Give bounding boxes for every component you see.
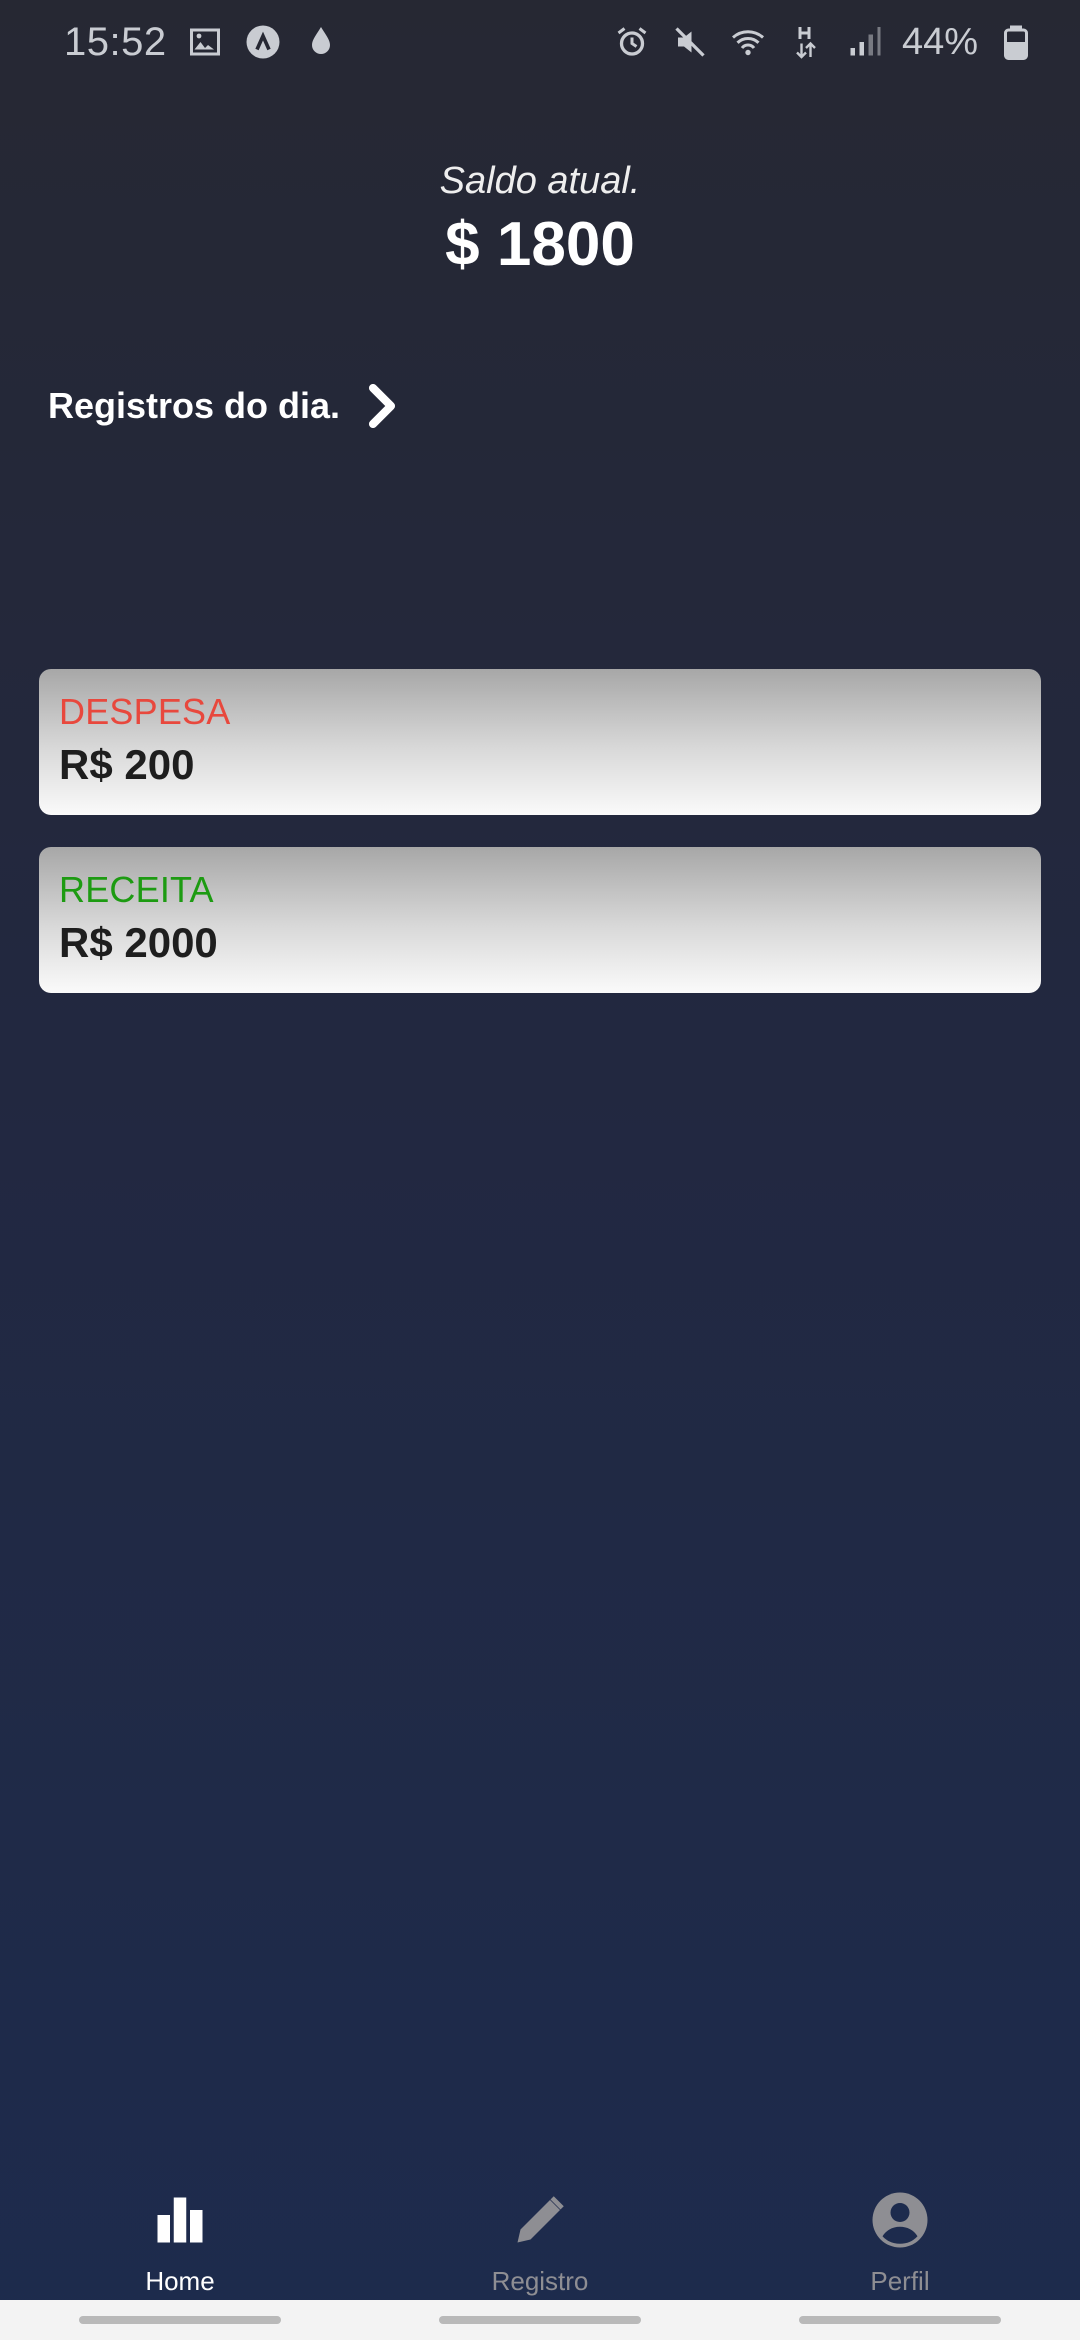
balance-value: $ 1800 [445,210,635,279]
signal-icon [844,22,884,62]
data-h-icon [786,22,826,62]
record-card-income[interactable]: RECEITA R$ 2000 [39,847,1041,993]
record-card-expense[interactable]: DESPESA R$ 200 [39,669,1041,815]
user-circle-icon [868,2188,932,2252]
record-type: RECEITA [59,869,214,910]
drop-icon [301,22,341,62]
record-amount: R$ 2000 [59,919,218,966]
pencil-icon [508,2188,572,2252]
status-left: 15:52 [64,20,341,65]
tab-label: Perfil [870,2266,930,2296]
daily-records-link[interactable]: Registros do dia. [48,382,404,430]
image-icon [185,22,225,62]
tab-home[interactable]: Home [0,2170,360,2300]
record-type: DESPESA [59,691,231,732]
bar-chart-icon [148,2188,212,2252]
balance-section: Saldo atual. $ 1800 [0,160,1080,280]
gesture-pill[interactable] [799,2316,1001,2324]
status-time: 15:52 [64,19,167,64]
alarm-icon [612,22,652,62]
daily-records-label: Registros do dia. [48,385,341,426]
chevron-right-icon[interactable] [364,382,404,430]
gesture-navigation-bar [0,2300,1080,2340]
status-right: 44% [612,21,1036,64]
tab-label: Registro [491,2266,589,2296]
tab-label: Home [145,2266,215,2296]
gesture-pill[interactable] [79,2316,281,2324]
status-bar: 15:52 44% [0,0,1080,84]
gesture-pill[interactable] [439,2316,641,2324]
battery-percentage: 44% [901,20,978,63]
battery-icon [996,22,1036,62]
bottom-tab-bar: Home Registro Perfil [0,2170,1080,2300]
tab-registro[interactable]: Registro [360,2170,720,2300]
tab-perfil[interactable]: Perfil [720,2170,1080,2300]
app-icon [243,22,283,62]
balance-label: Saldo atual. [439,160,641,202]
wifi-icon [728,22,768,62]
mute-icon [670,22,710,62]
record-amount: R$ 200 [59,741,195,788]
